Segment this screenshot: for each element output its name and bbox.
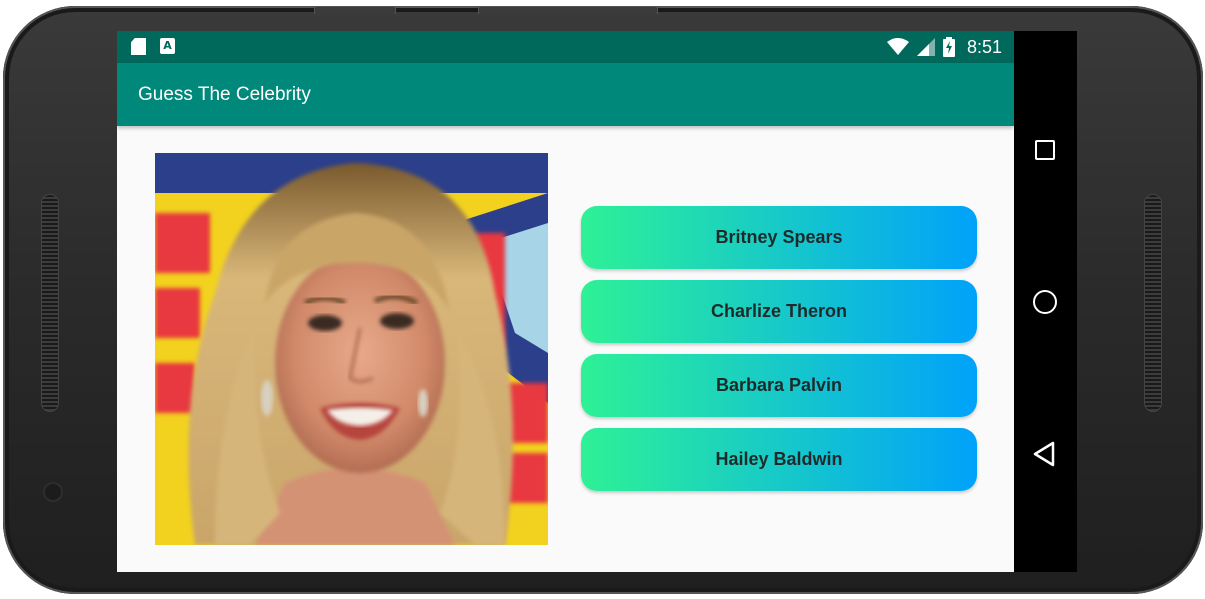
volume-button (314, 6, 396, 14)
app-window: A 8:51 Guess The Celebrity Britney Spear… (117, 31, 1014, 572)
back-triangle-icon[interactable] (1032, 441, 1056, 467)
a-notification-icon: A (160, 38, 175, 54)
power-button (478, 6, 658, 14)
answer-button-4[interactable]: Hailey Baldwin (581, 428, 977, 491)
cell-signal-icon (916, 38, 935, 56)
celebrity-photo (155, 153, 548, 545)
device-screen: A 8:51 Guess The Celebrity Britney Spear… (117, 31, 1077, 572)
status-clock: 8:51 (966, 36, 1002, 57)
navigation-bar (1014, 31, 1077, 572)
status-system-icons: 8:51 (886, 31, 1002, 63)
answer-button-1[interactable]: Britney Spears (581, 206, 977, 269)
right-speaker-grille (1144, 194, 1162, 412)
status-notification-icons: A (131, 38, 175, 55)
battery-charging-icon (942, 37, 955, 57)
sd-card-icon (131, 38, 146, 55)
answer-buttons: Britney Spears Charlize Theron Barbara P… (581, 206, 977, 502)
wifi-icon (886, 38, 909, 55)
front-camera (45, 484, 61, 500)
status-bar: A 8:51 (117, 31, 1014, 63)
celebrity-portrait-image (155, 153, 548, 545)
app-title: Guess The Celebrity (138, 84, 311, 105)
app-toolbar: Guess The Celebrity (117, 63, 1014, 126)
left-speaker-grille (41, 194, 59, 412)
answer-button-2[interactable]: Charlize Theron (581, 280, 977, 343)
answer-button-3[interactable]: Barbara Palvin (581, 354, 977, 417)
home-circle-icon[interactable] (1033, 290, 1057, 314)
recents-square-icon[interactable] (1035, 140, 1055, 160)
